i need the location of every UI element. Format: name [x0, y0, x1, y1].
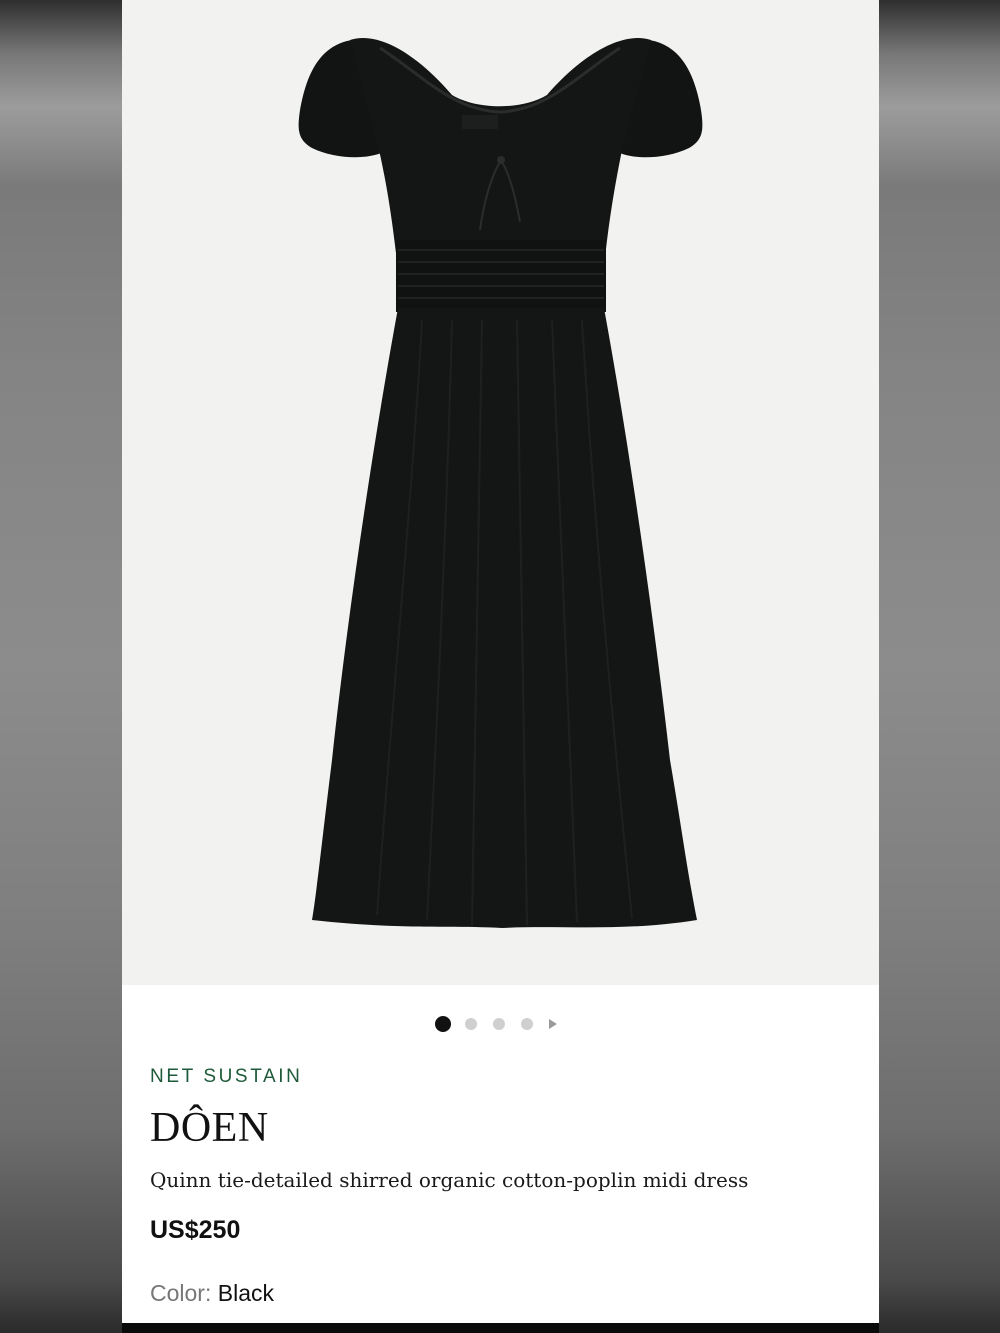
product-price: US$250 [150, 1216, 241, 1244]
dress-illustration [298, 38, 703, 928]
carousel-dot-3[interactable] [493, 1018, 505, 1030]
product-title: Quinn tie-detailed shirred organic cotto… [150, 1168, 749, 1192]
brand-name[interactable]: DÔEN [150, 1104, 269, 1152]
color-selector[interactable]: Color: Black [150, 1280, 274, 1307]
carousel-dot-4[interactable] [521, 1018, 533, 1030]
carousel-dot-2[interactable] [465, 1018, 477, 1030]
play-arrow-icon[interactable] [549, 1019, 557, 1029]
right-backdrop [879, 0, 1000, 1333]
color-label: Color: [150, 1280, 212, 1306]
product-image[interactable] [122, 0, 879, 985]
carousel-dot-1[interactable] [435, 1016, 451, 1032]
product-page: NET SUSTAIN DÔEN Quinn tie-detailed shir… [122, 0, 879, 1333]
left-backdrop [0, 0, 122, 1333]
bottom-action-bar [122, 1323, 879, 1333]
color-value: Black [217, 1280, 274, 1306]
carousel-dots [435, 1016, 557, 1032]
net-sustain-label[interactable]: NET SUSTAIN [150, 1066, 302, 1088]
